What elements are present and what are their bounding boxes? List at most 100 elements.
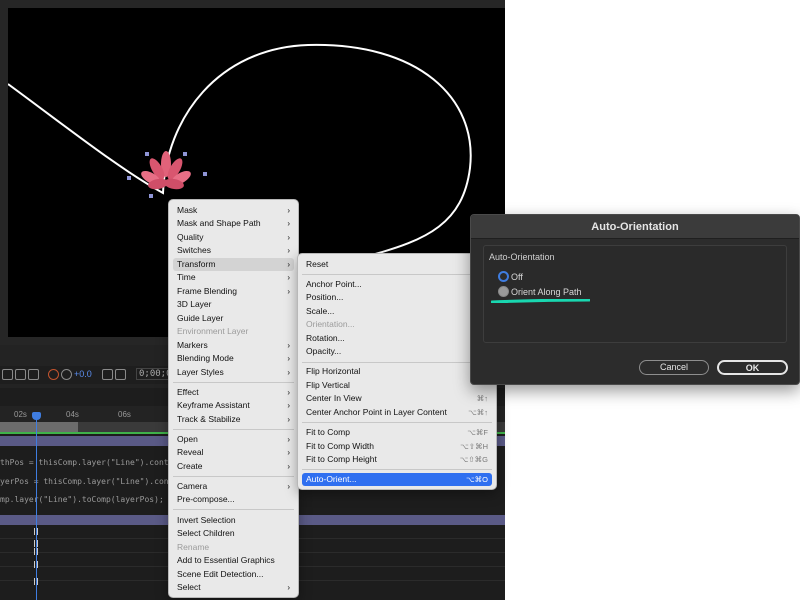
menu-item-pre-compose[interactable]: Pre-compose... (173, 493, 294, 506)
menu-item-label: Time (177, 272, 196, 282)
menu-separator (302, 469, 492, 470)
submenu-item-scale[interactable]: Scale...◇ (302, 305, 492, 318)
submenu-item-flip-vertical[interactable]: Flip Vertical (302, 379, 492, 392)
ok-button[interactable]: OK (717, 360, 788, 375)
menu-separator (173, 429, 294, 430)
exposure-value[interactable]: +0.0 (74, 369, 92, 379)
submenu-item-fit-to-comp-height[interactable]: Fit to Comp Height ⌥⇧⌘G (302, 453, 492, 466)
menu-item-reveal[interactable]: Reveal › (173, 446, 294, 459)
radio-off-label[interactable]: Off (511, 272, 523, 282)
menu-item-frame-blending[interactable]: Frame Blending › (173, 285, 294, 298)
show-snapshot-icon[interactable] (115, 369, 126, 380)
menu-item-label: Mask (177, 205, 198, 215)
menu-item-select-children[interactable]: Select Children (173, 527, 294, 540)
menu-separator (173, 476, 294, 477)
exposure-icon[interactable] (61, 369, 72, 380)
chevron-right-icon: › (287, 273, 290, 282)
chevron-right-icon: › (287, 260, 290, 269)
radio-off[interactable] (498, 271, 509, 282)
radio-orient-along-path-label[interactable]: Orient Along Path (511, 287, 582, 297)
chevron-right-icon: › (287, 482, 290, 491)
menu-item-3d-layer[interactable]: 3D Layer (173, 298, 294, 311)
submenu-item-anchor-point[interactable]: Anchor Point...◇ (302, 278, 492, 291)
menu-item-open[interactable]: Open › (173, 433, 294, 446)
color-channel-icon[interactable] (48, 369, 59, 380)
menu-item-time[interactable]: Time › (173, 271, 294, 284)
menu-item-label: Keyframe Assistant (177, 400, 250, 410)
menu-item-quality[interactable]: Quality › (173, 231, 294, 244)
transparency-icon[interactable] (28, 369, 39, 380)
submenu-item-flip-horizontal[interactable]: Flip Horizontal (302, 365, 492, 378)
snapshot-icon[interactable] (102, 369, 113, 380)
menu-item-label: Blending Mode (177, 353, 234, 363)
menu-separator (173, 382, 294, 383)
menu-item-label: Create (177, 461, 203, 471)
menu-item-label: Markers (177, 340, 208, 350)
submenu-item-rotation[interactable]: Rotation...◇ (302, 332, 492, 345)
radio-orient-along-path[interactable] (498, 286, 509, 297)
chevron-right-icon: › (287, 448, 290, 457)
menu-item-switches[interactable]: Switches › (173, 244, 294, 257)
menu-item-label: Add to Essential Graphics (177, 555, 275, 565)
menu-item-label: Anchor Point... (306, 279, 362, 289)
menu-item-track-stabilize[interactable]: Track & Stabilize › (173, 413, 294, 426)
menu-item-label: Pre-compose... (177, 494, 235, 504)
menu-item-label: Open (177, 434, 198, 444)
submenu-item-center-in-view[interactable]: Center In View ⌘↑ (302, 392, 492, 405)
playhead-handle[interactable] (32, 412, 41, 420)
menu-item-label: Switches (177, 245, 212, 255)
menu-item-label: Select Children (177, 528, 235, 538)
chevron-right-icon: › (287, 388, 290, 397)
menu-item-guide-layer[interactable]: Guide Layer (173, 312, 294, 325)
submenu-item-fit-to-comp[interactable]: Fit to Comp ⌥⌘F (302, 426, 492, 439)
menu-separator (302, 362, 492, 363)
menu-item-select[interactable]: Select › (173, 581, 294, 594)
submenu-item-center-anchor-point[interactable]: Center Anchor Point in Layer Content ⌥⌘↑ (302, 406, 492, 419)
group-title: Auto-Orientation (489, 252, 555, 262)
menu-item-create[interactable]: Create › (173, 460, 294, 473)
chevron-right-icon: › (287, 233, 290, 242)
menu-item-add-to-essential-graphics[interactable]: Add to Essential Graphics (173, 554, 294, 567)
submenu-item-orientation: Orientation...⌥◇ (302, 318, 492, 331)
menu-item-transform[interactable]: Transform › (173, 258, 294, 271)
cancel-button[interactable]: Cancel (639, 360, 709, 375)
submenu-item-position[interactable]: Position...◇ (302, 291, 492, 304)
menu-item-scene-edit-detection[interactable]: Scene Edit Detection... (173, 568, 294, 581)
chevron-right-icon: › (287, 583, 290, 592)
menu-item-invert-selection[interactable]: Invert Selection (173, 514, 294, 527)
menu-item-label: Transform (177, 259, 216, 269)
menu-item-label: Frame Blending (177, 286, 238, 296)
menu-item-mask-and-shape-path[interactable]: Mask and Shape Path › (173, 217, 294, 230)
submenu-item-reset[interactable]: Reset (302, 258, 492, 271)
chevron-right-icon: › (287, 354, 290, 363)
expression-line[interactable]: mp.layer("Line").toComp(layerPos); (0, 495, 164, 504)
grid-icon[interactable] (2, 369, 13, 380)
menu-item-blending-mode[interactable]: Blending Mode › (173, 352, 294, 365)
menu-item-label: Rename (177, 542, 210, 552)
menu-item-mask[interactable]: Mask › (173, 204, 294, 217)
expression-line[interactable]: yerPos = thisComp.layer("Line").content (0, 477, 188, 486)
playhead-line[interactable] (36, 412, 37, 600)
layer-context-menu: Mask › Mask and Shape Path › Quality › Swit… (168, 199, 299, 598)
menu-separator (302, 422, 492, 423)
menu-item-label: Rotation... (306, 333, 345, 343)
menu-item-label: Opacity... (306, 346, 342, 356)
mask-icon[interactable] (15, 369, 26, 380)
menu-separator (173, 509, 294, 510)
chevron-right-icon: › (287, 435, 290, 444)
menu-item-label: Guide Layer (177, 313, 224, 323)
submenu-item-auto-orient[interactable]: Auto-Orient... ⌥⌘O (302, 473, 492, 486)
menu-item-camera[interactable]: Camera › (173, 480, 294, 493)
menu-item-label: Fit to Comp Width (306, 441, 375, 451)
menu-item-markers[interactable]: Markers › (173, 339, 294, 352)
menu-item-label: Layer Styles (177, 367, 224, 377)
menu-item-keyframe-assistant[interactable]: Keyframe Assistant › (173, 399, 294, 412)
work-area-bar[interactable] (0, 422, 78, 432)
menu-item-layer-styles[interactable]: Layer Styles › (173, 366, 294, 379)
submenu-item-opacity[interactable]: Opacity...◇ (302, 345, 492, 358)
menu-item-effect[interactable]: Effect › (173, 386, 294, 399)
expression-line[interactable]: thPos = thisComp.layer("Line").content (0, 458, 183, 467)
submenu-item-fit-to-comp-width[interactable]: Fit to Comp Width ⌥⇧⌘H (302, 440, 492, 453)
shortcut: ⌥⇧⌘H (460, 442, 488, 451)
menu-item-environment-layer: Environment Layer (173, 325, 294, 338)
